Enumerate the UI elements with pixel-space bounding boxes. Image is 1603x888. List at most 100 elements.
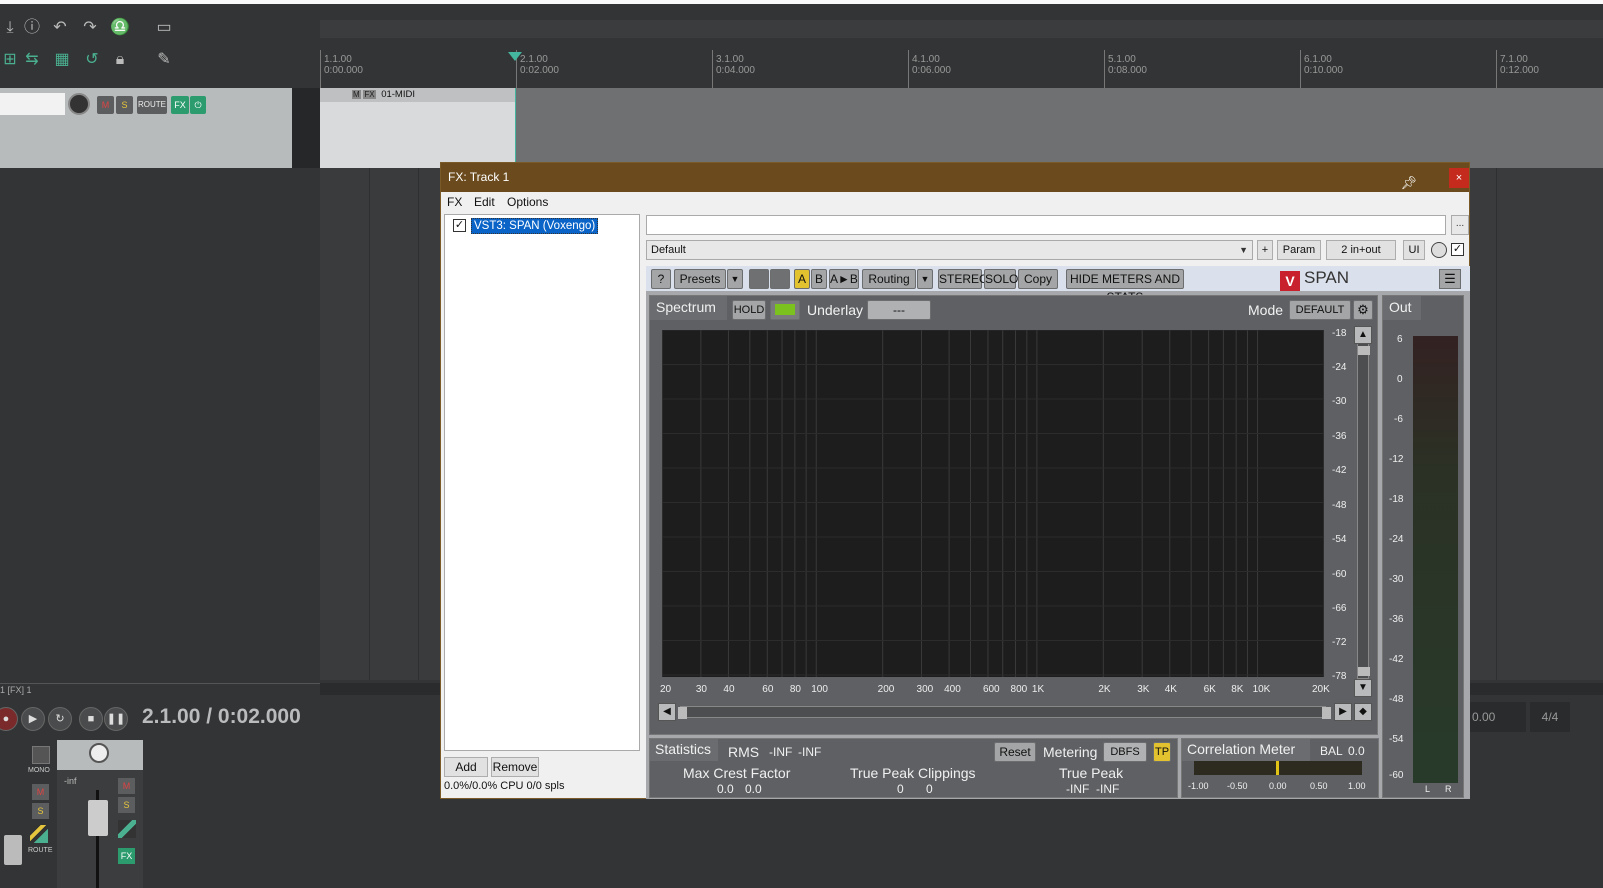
strip-solo-button[interactable]: S [118,797,135,813]
fx-window-titlebar[interactable]: FX: Track 1 📌︎ × [441,163,1469,192]
save-icon[interactable]: ⤓ [0,18,20,38]
presets-dropdown-icon[interactable]: ▼ [727,269,743,289]
redo-icon[interactable]: ↷ [80,18,100,38]
routing-button[interactable]: Routing [862,269,916,289]
undo-button[interactable] [749,269,769,289]
grid-icon[interactable]: ⊞ [0,50,20,70]
plugin-list-item[interactable]: VST3: SPAN (Voxengo) [471,218,599,234]
mono-icon[interactable] [32,746,50,764]
a-button[interactable]: A [794,269,810,289]
master-mute-button[interactable]: M [32,784,49,800]
vscroll-handle-top[interactable] [1358,346,1370,355]
scroll-right-arrow[interactable]: ▶ [1334,703,1352,721]
pause-button[interactable]: ❚❚ [104,707,128,731]
b-button[interactable]: B [811,269,827,289]
a-to-b-button[interactable]: A►B [829,269,859,289]
menu-fx[interactable]: FX [447,195,462,209]
fx-chain-list[interactable]: ✓ VST3: SPAN (Voxengo) [444,214,640,751]
hscroll-handle-right[interactable] [1322,707,1331,719]
solo-button[interactable]: SOLO [984,269,1018,289]
scroll-left-arrow[interactable]: ◀ [658,703,676,721]
master-route-icon[interactable] [30,825,48,843]
spectrum-horizontal-scrollbar[interactable] [680,706,1326,718]
add-button[interactable]: Add [444,757,488,777]
envelope-icon[interactable]: ✎ [154,50,174,70]
marquee-icon[interactable]: ▭ [154,18,174,38]
hscroll-handle-left[interactable] [678,707,687,719]
item-fx-flag[interactable]: FX [363,90,376,99]
routing-dropdown-icon[interactable]: ▼ [917,269,933,289]
plugin-enable-checkbox[interactable]: ✓ [453,219,466,232]
vscroll-handle-bottom[interactable] [1358,667,1370,676]
redo-button[interactable] [770,269,790,289]
preset-name-field[interactable] [646,215,1446,235]
time-display[interactable]: 2.1.00 / 0:02.000 [142,705,301,729]
strip-route-icon[interactable] [118,820,136,838]
help-button[interactable]: ? [651,269,671,289]
repeat-button[interactable]: ↻ [48,707,72,731]
track-name-field[interactable] [0,93,65,115]
selection-time[interactable]: 0.00 [1470,702,1526,732]
presets-button[interactable]: Presets [674,269,726,289]
copy-button[interactable]: Copy [1018,269,1058,289]
hold-button[interactable]: HOLD [732,300,766,320]
hz-tick: 6K [1203,684,1216,695]
statistics-tab[interactable]: Statistics [650,739,718,761]
master-fader[interactable] [4,835,22,865]
correlation-tab[interactable]: Correlation Meter [1182,739,1310,761]
volume-knob[interactable] [68,93,90,115]
solo-button[interactable]: S [116,96,133,114]
menu-options[interactable]: Options [507,195,548,209]
undo-icon[interactable]: ↶ [50,18,70,38]
fx-button[interactable]: FX [171,96,189,114]
hamburger-menu-icon[interactable]: ☰ [1439,269,1461,289]
bypass-checkbox[interactable]: ✓ [1451,243,1464,256]
preset-add-button[interactable]: + [1257,240,1273,260]
io-button[interactable]: 2 in+out [1326,240,1396,260]
tp-button[interactable]: TP [1153,742,1171,762]
strip-mute-button[interactable]: M [118,778,135,794]
settings-gear-icon[interactable]: ⚙ [1353,300,1373,320]
info-icon[interactable]: ⓘ [22,18,42,38]
ui-button[interactable]: UI [1403,240,1425,260]
strip-fader[interactable] [88,800,108,836]
play-button[interactable]: ▶ [21,707,45,731]
metering-select[interactable]: DBFS [1103,742,1147,762]
scroll-down-arrow[interactable]: ▼ [1354,679,1372,697]
master-solo-button[interactable]: S [32,803,49,819]
reset-button[interactable]: Reset [994,742,1036,762]
preset-select[interactable]: Default ▼ [646,240,1253,260]
mode-select[interactable]: DEFAULT [1289,300,1351,320]
zoom-diamond-icon[interactable]: ◆ [1354,703,1372,721]
param-button[interactable]: Param [1277,240,1321,260]
snap-grid-icon[interactable]: ▦ [52,50,72,70]
menu-edit[interactable]: Edit [474,195,495,209]
loop-icon[interactable]: ↺ [82,50,102,70]
remove-button[interactable]: Remove [491,757,539,777]
out-tab[interactable]: Out [1383,296,1421,320]
hold-indicator[interactable] [770,300,800,320]
hide-meters-button[interactable]: HIDE METERS AND STATS [1066,269,1184,304]
underlay-select[interactable]: --- [867,300,931,320]
fx-bypass-icon[interactable]: ⏻ [190,96,206,114]
wet-knob-icon[interactable] [1431,242,1447,258]
close-button[interactable]: × [1449,168,1469,188]
playhead-marker[interactable] [508,52,522,61]
stereo-button[interactable]: STEREO [938,269,988,289]
stop-button[interactable]: ■ [79,707,103,731]
lock-icon[interactable]: 🔒︎ [110,50,130,70]
spectrum-tab[interactable]: Spectrum [650,296,727,320]
route-button[interactable]: ROUTE [137,96,167,114]
time-signature[interactable]: 4/4 [1530,702,1570,732]
pan-knob[interactable] [89,743,109,763]
spectrum-display[interactable] [661,329,1325,677]
true-peak-label: True Peak [1059,765,1124,781]
scroll-up-arrow[interactable]: ▲ [1354,326,1372,344]
strip-fx-button[interactable]: FX [118,848,135,864]
mute-button[interactable]: M [97,96,114,114]
item-mute-flag[interactable]: M [352,90,361,99]
ripple-icon[interactable]: ⇆ [22,50,42,70]
spectrum-vertical-scrollbar[interactable] [1357,332,1369,679]
preset-more-button[interactable]: ... [1451,215,1469,235]
metronome-icon[interactable]: ♎ [110,18,130,38]
